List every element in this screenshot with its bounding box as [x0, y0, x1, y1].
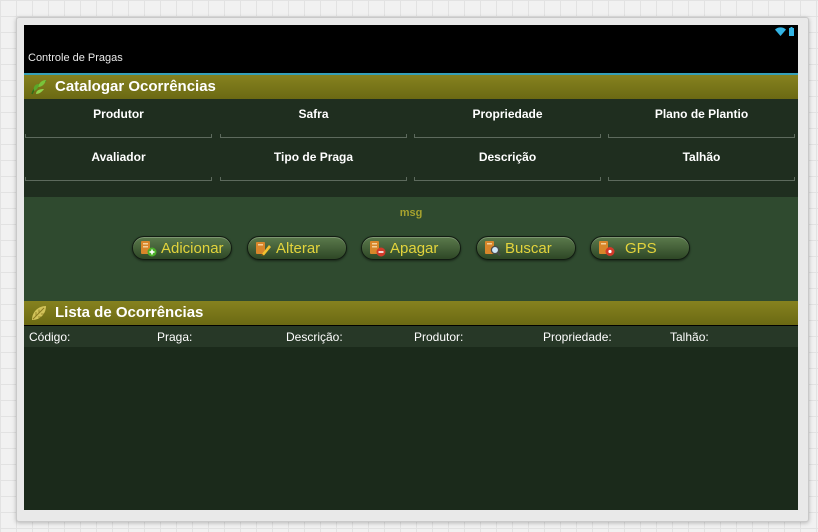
producer-input-underline	[25, 134, 212, 138]
add-record-icon	[141, 241, 157, 257]
leaf-icon	[32, 306, 46, 320]
pest-type-label: Tipo de Praga	[273, 150, 354, 164]
action-bar: Controle de Pragas	[24, 39, 798, 73]
app-title: Controle de Pragas	[28, 52, 123, 64]
column-producer: Produtor:	[414, 330, 464, 344]
description-label: Descrição	[478, 150, 537, 164]
harvest-label: Safra	[298, 107, 329, 121]
occurrences-list[interactable]	[24, 347, 798, 510]
column-plot: Talhão:	[670, 330, 709, 344]
harvest-field[interactable]: Safra	[219, 103, 408, 138]
planting-plan-field[interactable]: Plano de Plantio	[607, 103, 796, 138]
property-input-underline	[414, 134, 601, 138]
list-section-header: Lista de Ocorrências	[24, 301, 798, 325]
producer-label: Produtor	[93, 107, 144, 121]
catalog-section-header: Catalogar Ocorrências	[24, 75, 798, 99]
evaluator-input-underline	[25, 177, 212, 181]
evaluator-field[interactable]: Avaliador	[24, 146, 213, 181]
list-section-title: Lista de Ocorrências	[55, 304, 204, 321]
planting-plan-input-underline	[608, 134, 795, 138]
edit-pencil-icon	[256, 242, 271, 256]
gps-button-label: GPS	[625, 239, 657, 257]
list-column-header: Código: Praga: Descrição: Produtor: Prop…	[24, 326, 798, 347]
edit-button[interactable]: Alterar	[247, 236, 347, 260]
column-description: Descrição:	[286, 330, 343, 344]
pest-type-field[interactable]: Tipo de Praga	[219, 146, 408, 181]
app-screen: Controle de Pragas Catalogar Ocorrências…	[24, 25, 798, 510]
pest-type-input-underline	[220, 177, 407, 181]
plot-label: Talhão	[682, 150, 721, 164]
column-pest: Praga:	[157, 330, 193, 344]
search-button[interactable]: Buscar	[476, 236, 576, 260]
description-input-underline	[414, 177, 601, 181]
property-field[interactable]: Propriedade	[413, 103, 602, 138]
catalog-form: Produtor Safra Propriedade Plano de Plan…	[24, 99, 798, 197]
delete-button-label: Apagar	[390, 239, 439, 257]
message-text: msg	[399, 207, 423, 219]
catalog-section-title: Catalogar Ocorrências	[55, 78, 216, 95]
gps-location-icon	[599, 241, 615, 256]
plot-input-underline	[608, 177, 795, 181]
delete-record-icon	[370, 241, 386, 257]
battery-icon	[789, 27, 794, 36]
status-bar	[24, 25, 798, 39]
leaf-sprout-icon	[31, 80, 47, 95]
search-magnifier-icon	[485, 241, 501, 257]
harvest-input-underline	[220, 134, 407, 138]
edit-button-label: Alterar	[276, 239, 321, 257]
add-button[interactable]: Adicionar	[132, 236, 232, 260]
add-button-label: Adicionar	[161, 239, 224, 257]
description-field[interactable]: Descrição	[413, 146, 602, 181]
wifi-icon	[775, 27, 786, 36]
delete-button[interactable]: Apagar	[361, 236, 461, 260]
plot-field[interactable]: Talhão	[607, 146, 796, 181]
property-label: Propriedade	[472, 107, 543, 121]
search-button-label: Buscar	[505, 239, 552, 257]
producer-field[interactable]: Produtor	[24, 103, 213, 138]
column-code: Código:	[29, 330, 71, 344]
actions-panel: msg Adicionar Alterar Apagar Buscar GPS	[24, 197, 798, 301]
evaluator-label: Avaliador	[91, 150, 146, 164]
column-property: Propriedade:	[543, 330, 612, 344]
planting-plan-label: Plano de Plantio	[654, 107, 749, 121]
gps-button[interactable]: GPS	[590, 236, 690, 260]
